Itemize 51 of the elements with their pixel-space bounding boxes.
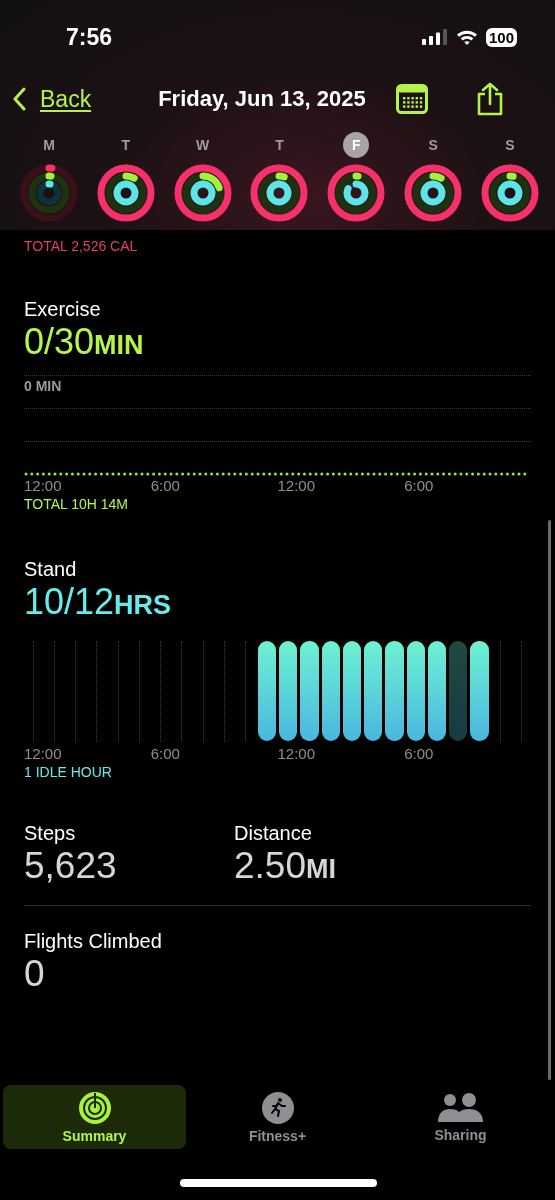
activity-rings-icon[interactable] [173,164,232,222]
rings-icon [77,1090,112,1125]
exercise-value: 0/30MIN [24,322,145,364]
axis-label: 12:00 [24,477,63,494]
battery-level: 100 [485,27,517,47]
stand-value: 10/12HRS [24,582,173,624]
axis-label: 6:00 [404,477,435,494]
activity-rings-icon[interactable] [480,164,539,222]
axis-label: 12:00 [24,745,63,762]
stat-label: Flights Climbed [24,930,163,953]
chevron-left-icon [12,87,26,111]
stat-value: 5,623 [24,846,118,886]
stat-value: 2.50MI [234,846,337,888]
stat-label: Distance [234,822,313,845]
activity-rings-icon[interactable] [404,164,463,222]
axis-label: 12:00 [277,745,317,762]
move-total: TOTAL 2,526 CAL [24,238,139,254]
tab[interactable]: Sharing [369,1085,552,1149]
signal-icon [421,29,448,45]
wifi-icon [455,29,478,45]
stat-value: 0 [24,954,46,994]
axis-label: 6:00 [404,745,435,762]
activity-rings-icon[interactable] [20,164,78,222]
weekday-label[interactable]: M [36,132,62,158]
people-icon [437,1091,484,1124]
back-button[interactable]: Back [12,85,92,113]
weekday-label[interactable]: T [112,132,139,158]
status-time: 7:56 [66,23,113,51]
axis-label: 0 MIN [24,378,62,394]
activity-rings-icon[interactable] [327,164,386,222]
axis-label: 6:00 [150,477,181,494]
activity-rings-icon[interactable] [250,164,309,222]
stand-total: 1 IDLE HOUR [24,764,113,780]
runner-icon [260,1090,295,1125]
axis-label: 12:00 [277,477,317,494]
tab[interactable]: Summary [3,1085,186,1149]
weekday-label[interactable]: W [189,132,216,158]
weekday-label[interactable]: S [496,132,523,158]
weekday-label[interactable]: S [420,132,447,158]
weekday-label[interactable]: T [266,132,293,158]
tab[interactable]: Fitness+ [186,1085,369,1149]
exercise-total: TOTAL 10H 14M [24,496,129,512]
activity-rings-icon[interactable] [96,164,155,222]
stand-label: Stand [24,558,78,581]
date-title: Friday, Jun 13, 2025 [158,86,366,112]
exercise-label: Exercise [24,298,102,321]
share-icon[interactable] [475,82,504,116]
stat-label: Steps [24,822,77,845]
back-link[interactable]: Back [40,85,92,113]
axis-label: 6:00 [150,745,181,762]
calendar-icon[interactable] [395,84,428,114]
